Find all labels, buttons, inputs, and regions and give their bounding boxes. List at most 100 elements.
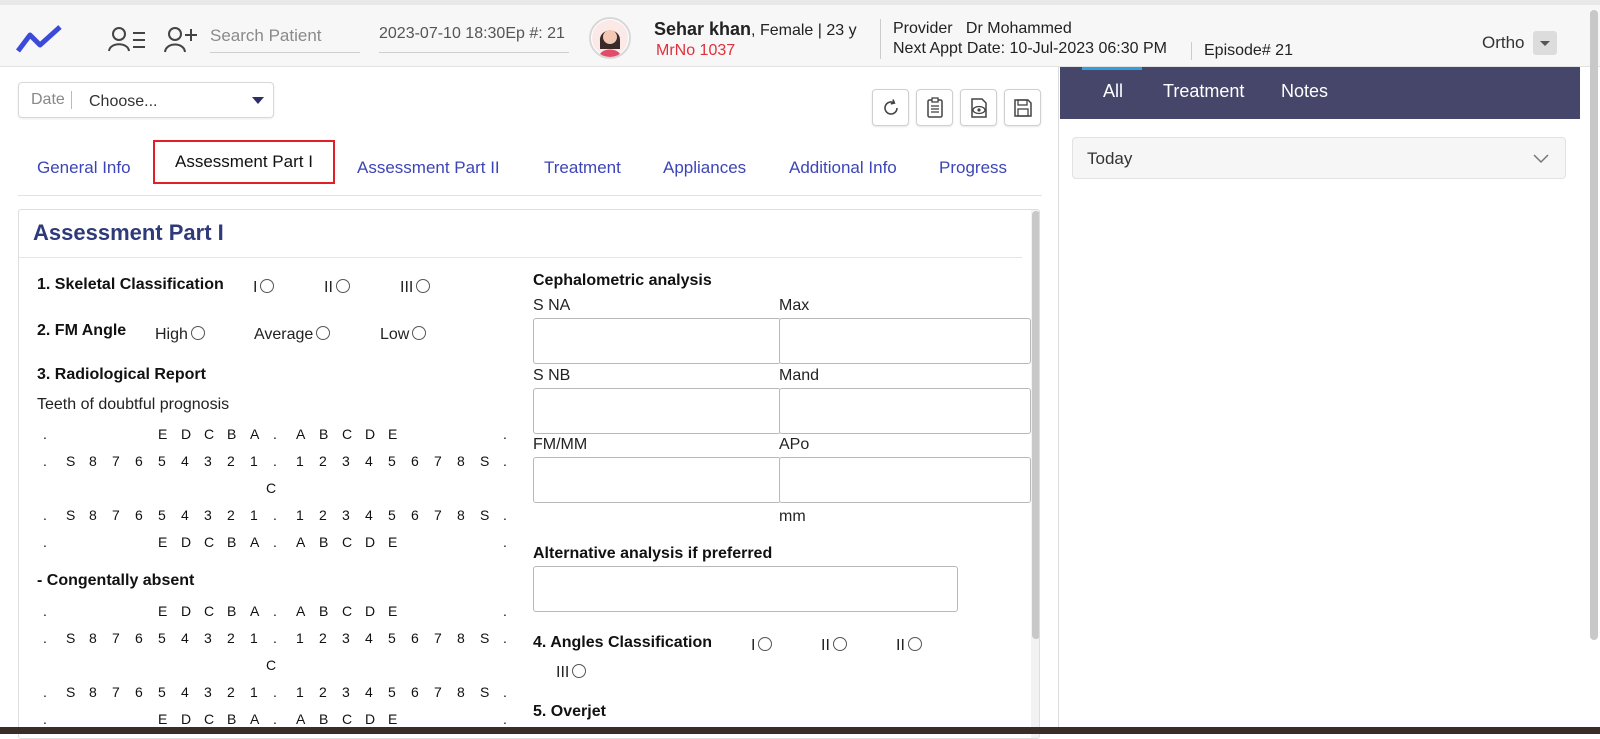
mand-input[interactable] <box>779 388 1031 434</box>
rtab-treatment[interactable]: Treatment <box>1163 81 1244 102</box>
tooth-cell[interactable]: 5 <box>158 507 166 523</box>
tooth-cell[interactable]: C <box>204 426 214 442</box>
tooth-cell[interactable]: E <box>158 534 167 550</box>
tooth-cell[interactable]: C <box>204 711 214 727</box>
tooth-cell[interactable]: 3 <box>342 453 350 469</box>
radio-button[interactable] <box>758 637 773 651</box>
tooth-cell[interactable]: S <box>480 630 489 646</box>
tooth-cell[interactable]: 6 <box>411 684 419 700</box>
tab-additional-info[interactable]: Additional Info <box>789 158 897 178</box>
tooth-cell[interactable]: S <box>480 453 489 469</box>
tooth-cell[interactable]: 1 <box>296 684 304 700</box>
radio-button[interactable] <box>190 326 205 340</box>
tooth-cell[interactable]: 8 <box>89 507 97 523</box>
tooth-cell[interactable]: 4 <box>365 684 373 700</box>
tooth-cell[interactable]: 4 <box>365 630 373 646</box>
refresh-button[interactable] <box>872 89 909 126</box>
tooth-cell[interactable]: A <box>250 711 259 727</box>
specialty-dropdown-button[interactable] <box>1533 31 1557 55</box>
date-select[interactable]: Date Choose... <box>18 82 274 118</box>
tooth-cell[interactable]: A <box>296 603 305 619</box>
fm-angle-option-average[interactable]: Average <box>254 326 331 344</box>
skeletal-option-i[interactable]: I <box>253 279 275 297</box>
tooth-cell[interactable]: C <box>204 534 214 550</box>
skeletal-option-ii[interactable]: II <box>324 279 350 297</box>
tab-appliances[interactable]: Appliances <box>663 158 746 178</box>
tooth-cell[interactable]: 6 <box>411 507 419 523</box>
angles-option-ii-1[interactable]: II <box>821 637 847 655</box>
tooth-cell[interactable]: 6 <box>135 507 143 523</box>
save-button[interactable] <box>1004 89 1041 126</box>
tooth-cell[interactable]: B <box>227 603 236 619</box>
tooth-cell[interactable]: 2 <box>319 507 327 523</box>
tooth-cell[interactable]: B <box>319 603 328 619</box>
skeletal-option-iii[interactable]: III <box>400 279 431 297</box>
sna-input[interactable] <box>533 318 781 364</box>
tooth-cell[interactable]: 3 <box>342 507 350 523</box>
tooth-cell[interactable]: D <box>181 534 191 550</box>
tooth-cell[interactable]: 3 <box>204 453 212 469</box>
fm-angle-option-low[interactable]: Low <box>380 326 427 344</box>
tooth-cell[interactable]: 1 <box>296 630 304 646</box>
tooth-cell[interactable]: B <box>319 426 328 442</box>
tooth-cell[interactable]: 1 <box>250 507 258 523</box>
tooth-cell[interactable]: C <box>342 711 352 727</box>
tooth-cell[interactable]: 6 <box>411 453 419 469</box>
radio-button[interactable] <box>316 326 331 340</box>
tooth-cell[interactable]: 7 <box>434 507 442 523</box>
tooth-cell[interactable]: B <box>227 426 236 442</box>
tooth-cell[interactable]: 1 <box>250 630 258 646</box>
angles-option-iii[interactable]: III <box>556 664 587 682</box>
tooth-cell[interactable]: S <box>66 630 75 646</box>
tooth-cell[interactable]: 1 <box>296 453 304 469</box>
tab-assessment-part-ii[interactable]: Assessment Part II <box>357 158 500 178</box>
tooth-cell[interactable]: 1 <box>250 684 258 700</box>
angles-option-ii-2[interactable]: II <box>896 637 922 655</box>
alternative-analysis-input[interactable] <box>533 566 958 612</box>
tooth-cell[interactable]: D <box>181 426 191 442</box>
radio-button[interactable] <box>832 637 847 651</box>
tooth-cell[interactable]: A <box>250 426 259 442</box>
tooth-cell[interactable]: A <box>250 534 259 550</box>
tooth-cell[interactable]: 5 <box>388 684 396 700</box>
tooth-cell[interactable]: E <box>388 426 397 442</box>
apo-input[interactable] <box>779 457 1031 503</box>
tab-progress[interactable]: Progress <box>939 158 1007 178</box>
clipboard-button[interactable] <box>916 89 953 126</box>
tooth-cell[interactable]: 2 <box>227 453 235 469</box>
max-input[interactable] <box>779 318 1031 364</box>
tooth-cell[interactable]: 6 <box>135 453 143 469</box>
tooth-cell[interactable]: 4 <box>365 507 373 523</box>
tooth-cell[interactable]: D <box>181 711 191 727</box>
tooth-cell[interactable]: 8 <box>457 684 465 700</box>
tooth-cell[interactable]: D <box>365 426 375 442</box>
dental-chart-doubtful[interactable]: .EDCBA.ABCDE..S87654321.12345678S.C.S876… <box>37 418 507 550</box>
radio-button[interactable] <box>260 279 275 293</box>
tooth-cell[interactable]: C <box>342 603 352 619</box>
tooth-cell[interactable]: 6 <box>135 630 143 646</box>
tooth-cell[interactable]: 3 <box>204 630 212 646</box>
radio-button[interactable] <box>416 279 431 293</box>
tooth-cell[interactable]: 7 <box>434 453 442 469</box>
tooth-cell[interactable]: B <box>319 711 328 727</box>
tooth-cell[interactable]: D <box>181 603 191 619</box>
tooth-cell[interactable]: 3 <box>342 630 350 646</box>
tooth-cell[interactable]: S <box>480 684 489 700</box>
radio-button[interactable] <box>412 326 427 340</box>
tooth-cell[interactable]: D <box>365 603 375 619</box>
tooth-cell[interactable]: 4 <box>181 453 189 469</box>
tooth-cell[interactable]: A <box>296 534 305 550</box>
tooth-cell[interactable]: E <box>158 426 167 442</box>
tooth-cell[interactable]: 1 <box>296 507 304 523</box>
patient-list-icon[interactable] <box>108 25 146 53</box>
tooth-cell[interactable]: 4 <box>181 630 189 646</box>
tooth-cell[interactable]: A <box>296 426 305 442</box>
angles-option-i[interactable]: I <box>751 637 773 655</box>
tooth-cell[interactable]: 8 <box>457 630 465 646</box>
tooth-cell[interactable]: D <box>365 534 375 550</box>
tooth-cell[interactable]: E <box>388 711 397 727</box>
tooth-cell[interactable]: 2 <box>227 630 235 646</box>
scrollbar-thumb[interactable] <box>1032 211 1039 639</box>
tooth-cell[interactable]: 3 <box>204 507 212 523</box>
fm-mm-input[interactable] <box>533 457 781 503</box>
